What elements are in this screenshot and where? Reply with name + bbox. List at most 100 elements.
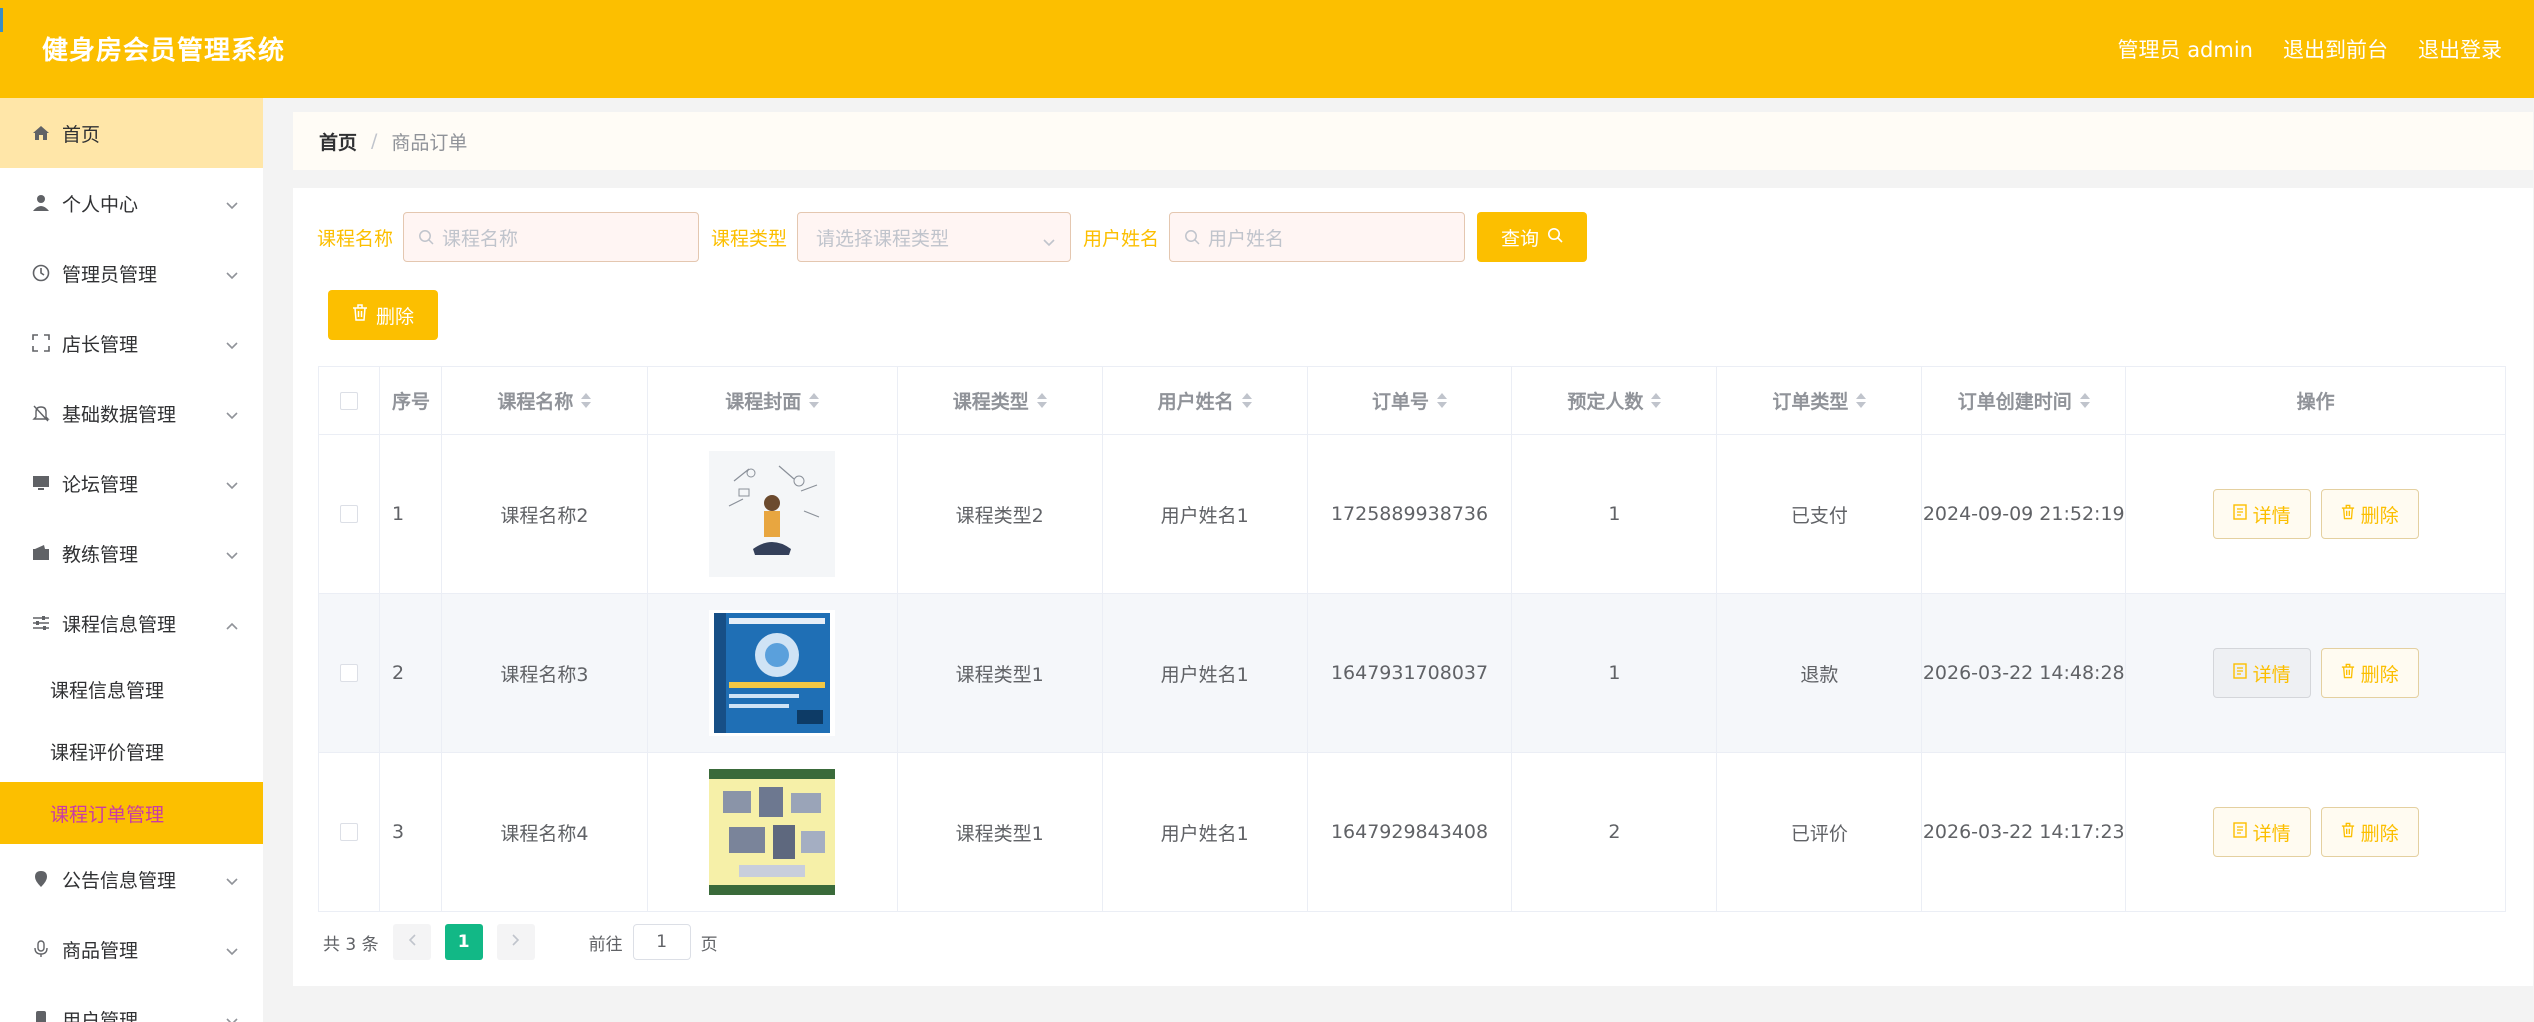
delete-button[interactable]: 删除 bbox=[2320, 648, 2419, 698]
goto-suffix: 页 bbox=[700, 934, 718, 955]
row-user-name: 用户姓名1 bbox=[1102, 594, 1308, 753]
breadcrumb-home[interactable]: 首页 bbox=[319, 128, 357, 155]
row-select-cell bbox=[319, 435, 380, 594]
query-button[interactable]: 查询 bbox=[1477, 212, 1588, 262]
sort-icon[interactable] bbox=[581, 393, 592, 408]
sidebar-item-notice[interactable]: 公告信息管理 bbox=[0, 844, 263, 914]
course-name-placeholder: 课程名称 bbox=[442, 227, 519, 250]
sidebar-item-basic-data[interactable]: 基础数据管理 bbox=[0, 378, 263, 448]
sidebar-item-course-info[interactable]: 课程信息管理 bbox=[0, 588, 263, 658]
delete-button[interactable]: 删除 bbox=[2320, 489, 2419, 539]
row-actions: 详情 删除 bbox=[2126, 753, 2507, 912]
header-course-name[interactable]: 课程名称 bbox=[441, 367, 648, 435]
sidebar-item-forum[interactable]: 论坛管理 bbox=[0, 448, 263, 518]
breadcrumb: 首页 / 商品订单 bbox=[293, 112, 2533, 170]
row-booking-count: 1 bbox=[1512, 594, 1718, 753]
detail-button[interactable]: 详情 bbox=[2212, 648, 2311, 698]
submenu-course-order-management[interactable]: 课程订单管理 bbox=[0, 782, 263, 844]
chevron-down-icon bbox=[225, 1010, 239, 1022]
chevron-down-icon bbox=[225, 870, 239, 892]
sort-icon[interactable] bbox=[2079, 393, 2090, 408]
course-type-select[interactable]: 请选择课程类型 bbox=[797, 212, 1072, 262]
sort-icon[interactable] bbox=[1241, 393, 1252, 408]
wallet-icon bbox=[30, 542, 52, 564]
chevron-down-icon bbox=[225, 404, 239, 426]
detail-button[interactable]: 详情 bbox=[2212, 807, 2311, 857]
sort-icon[interactable] bbox=[809, 393, 820, 408]
row-created-time: 2026-03-22 14:48:28 bbox=[1922, 594, 2127, 753]
search-icon bbox=[1547, 226, 1563, 248]
goto-prefix: 前往 bbox=[588, 934, 623, 955]
phone-icon bbox=[30, 1008, 52, 1022]
header-course-type[interactable]: 课程类型 bbox=[897, 367, 1103, 435]
chevron-left-icon bbox=[407, 932, 417, 952]
chevron-down-icon bbox=[225, 264, 239, 286]
sidebar-item-user[interactable]: 用户管理 bbox=[0, 984, 263, 1022]
header-created-time[interactable]: 订单创建时间 bbox=[1922, 367, 2127, 435]
sidebar-item-goods[interactable]: 商品管理 bbox=[0, 914, 263, 984]
logout-link[interactable]: 退出登录 bbox=[2418, 34, 2502, 64]
chevron-down-icon bbox=[225, 334, 239, 356]
goto-page-input[interactable]: 1 bbox=[632, 924, 691, 960]
submenu-course-info-management[interactable]: 课程信息管理 bbox=[0, 658, 263, 720]
row-checkbox[interactable] bbox=[339, 823, 358, 841]
document-icon bbox=[2232, 662, 2247, 684]
row-checkbox[interactable] bbox=[339, 505, 358, 523]
user-name-input[interactable]: 用户姓名 bbox=[1169, 212, 1466, 262]
delete-button[interactable]: 删除 bbox=[2320, 807, 2419, 857]
row-actions: 详情 删除 bbox=[2126, 594, 2507, 753]
next-page-button[interactable] bbox=[496, 924, 535, 960]
document-icon bbox=[2232, 821, 2247, 843]
sidebar-item-personal-center[interactable]: 个人中心 bbox=[0, 168, 263, 238]
row-course-name: 课程名称3 bbox=[441, 594, 648, 753]
sidebar-item-manager-management[interactable]: 店长管理 bbox=[0, 308, 263, 378]
search-icon bbox=[1184, 229, 1200, 245]
row-index: 2 bbox=[379, 594, 442, 753]
row-course-name: 课程名称2 bbox=[441, 435, 648, 594]
sort-icon[interactable] bbox=[1856, 393, 1867, 408]
trash-icon bbox=[2341, 662, 2355, 684]
select-all-checkbox[interactable] bbox=[339, 391, 358, 410]
bulk-delete-button[interactable]: 删除 bbox=[328, 290, 438, 340]
user-name-label: 用户姓名 bbox=[1083, 227, 1160, 250]
detail-button[interactable]: 详情 bbox=[2212, 489, 2311, 539]
page-number-1[interactable]: 1 bbox=[444, 924, 483, 960]
table-header-row: 序号 课程名称 课程封面 课程类型 用户姓名 订单号 预定人数 订单类型 订单创… bbox=[319, 367, 2507, 435]
header-course-cover[interactable]: 课程封面 bbox=[647, 367, 898, 435]
pagination: 共 3 条 1 前往 1 页 bbox=[323, 924, 718, 960]
header-index: 序号 bbox=[379, 367, 442, 435]
course-name-input[interactable]: 课程名称 bbox=[403, 212, 700, 262]
header-order-type[interactable]: 订单类型 bbox=[1717, 367, 1923, 435]
row-order-type: 已评价 bbox=[1717, 753, 1923, 912]
header-actions: 管理员 admin 退出到前台 退出登录 bbox=[2118, 34, 2502, 64]
row-checkbox[interactable] bbox=[339, 664, 358, 682]
course-type-label: 课程类型 bbox=[711, 227, 788, 250]
row-course-type: 课程类型2 bbox=[897, 435, 1103, 594]
row-select-cell bbox=[319, 753, 380, 912]
sidebar-item-admin-management[interactable]: 管理员管理 bbox=[0, 238, 263, 308]
chevron-down-icon bbox=[225, 194, 239, 216]
home-icon bbox=[30, 122, 52, 144]
clock-icon bbox=[30, 262, 52, 284]
exit-to-front-link[interactable]: 退出到前台 bbox=[2283, 34, 2388, 64]
header-user-name[interactable]: 用户姓名 bbox=[1102, 367, 1308, 435]
row-course-cover bbox=[647, 435, 898, 594]
course-cover-image bbox=[709, 451, 836, 577]
header-order-number[interactable]: 订单号 bbox=[1307, 367, 1513, 435]
top-header: 健身房会员管理系统 管理员 admin 退出到前台 退出登录 bbox=[0, 0, 2534, 98]
sort-icon[interactable] bbox=[1036, 393, 1047, 408]
header-booking-count[interactable]: 预定人数 bbox=[1512, 367, 1718, 435]
header-actions: 操作 bbox=[2126, 367, 2507, 435]
row-actions: 详情 删除 bbox=[2126, 435, 2507, 594]
submenu-course-review-management[interactable]: 课程评价管理 bbox=[0, 720, 263, 782]
sidebar-item-coach[interactable]: 教练管理 bbox=[0, 518, 263, 588]
sort-icon[interactable] bbox=[1651, 393, 1662, 408]
prev-page-button[interactable] bbox=[392, 924, 431, 960]
trash-icon bbox=[2341, 821, 2355, 843]
sidebar-item-home[interactable]: 首页 bbox=[0, 98, 263, 168]
row-select-cell bbox=[319, 594, 380, 753]
map-pin-icon bbox=[30, 868, 52, 890]
breadcrumb-current: 商品订单 bbox=[391, 131, 468, 154]
bell-off-icon bbox=[30, 402, 52, 424]
sort-icon[interactable] bbox=[1437, 393, 1448, 408]
